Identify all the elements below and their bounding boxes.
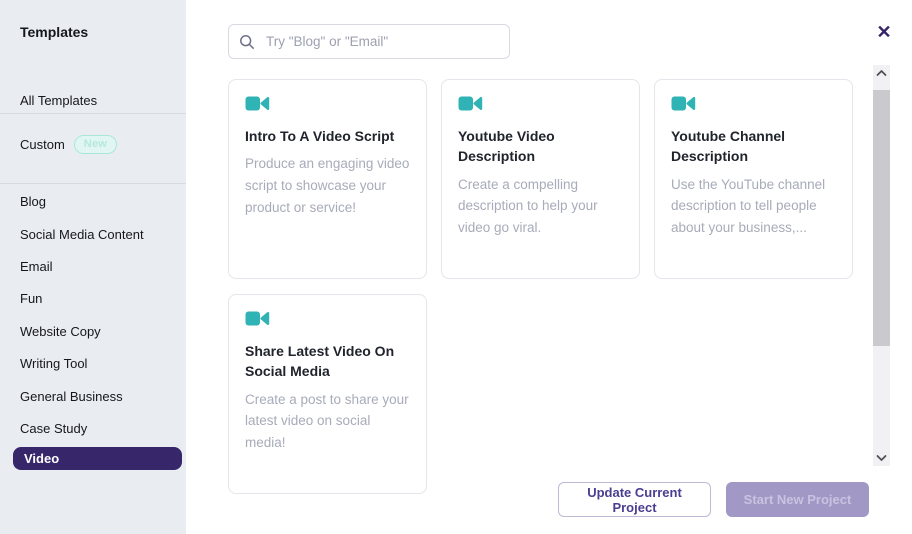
card-title: Youtube Video Description <box>458 126 623 167</box>
template-card-intro-video-script[interactable]: Intro To A Video Script Produce an engag… <box>228 79 427 279</box>
sidebar: Templates All Templates Custom New Blog … <box>0 0 186 534</box>
divider <box>0 113 186 114</box>
card-description: Use the YouTube channel description to t… <box>671 174 836 240</box>
card-description: Create a compelling description to help … <box>458 174 623 240</box>
divider <box>0 183 186 184</box>
start-new-project-button[interactable]: Start New Project <box>726 482 869 517</box>
custom-label: Custom <box>20 137 65 152</box>
scroll-down-icon[interactable] <box>873 450 890 466</box>
template-cards-grid: Intro To A Video Script Produce an engag… <box>228 79 868 494</box>
video-camera-icon <box>458 95 623 117</box>
sidebar-item-video-selected[interactable]: Video <box>13 447 182 470</box>
card-description: Create a post to share your latest video… <box>245 389 410 455</box>
card-title: Youtube Channel Description <box>671 126 836 167</box>
video-camera-icon <box>671 95 836 117</box>
template-card-youtube-channel-description[interactable]: Youtube Channel Description Use the YouT… <box>654 79 853 279</box>
scroll-up-icon[interactable] <box>873 65 890 81</box>
new-badge: New <box>74 135 117 154</box>
sidebar-item-custom[interactable]: Custom New <box>20 135 117 154</box>
sidebar-item-case-study[interactable]: Case Study <box>20 421 87 436</box>
sidebar-item-social-media-content[interactable]: Social Media Content <box>20 227 144 242</box>
scrollbar-thumb[interactable] <box>873 90 890 346</box>
sidebar-item-writing-tool[interactable]: Writing Tool <box>20 356 87 371</box>
card-title: Share Latest Video On Social Media <box>245 341 410 382</box>
sidebar-item-general-business[interactable]: General Business <box>20 389 123 404</box>
update-current-project-button[interactable]: Update Current Project <box>558 482 711 517</box>
search-icon <box>239 34 255 50</box>
video-camera-icon <box>245 310 410 332</box>
sidebar-title: Templates <box>20 24 88 40</box>
card-description: Produce an engaging video script to show… <box>245 153 410 219</box>
vertical-scrollbar <box>873 65 890 466</box>
sidebar-item-all-templates[interactable]: All Templates <box>20 93 97 108</box>
sidebar-item-email[interactable]: Email <box>20 259 53 274</box>
sidebar-item-fun[interactable]: Fun <box>20 291 42 306</box>
template-card-youtube-video-description[interactable]: Youtube Video Description Create a compe… <box>441 79 640 279</box>
template-card-share-latest-video[interactable]: Share Latest Video On Social Media Creat… <box>228 294 427 494</box>
sidebar-item-blog[interactable]: Blog <box>20 194 46 209</box>
close-icon[interactable]: ✕ <box>872 20 896 44</box>
card-title: Intro To A Video Script <box>245 126 410 146</box>
search-input[interactable] <box>264 33 499 50</box>
search-bar <box>228 24 510 59</box>
template-picker-modal: Templates All Templates Custom New Blog … <box>0 0 912 534</box>
video-camera-icon <box>245 95 410 117</box>
sidebar-item-website-copy[interactable]: Website Copy <box>20 324 101 339</box>
